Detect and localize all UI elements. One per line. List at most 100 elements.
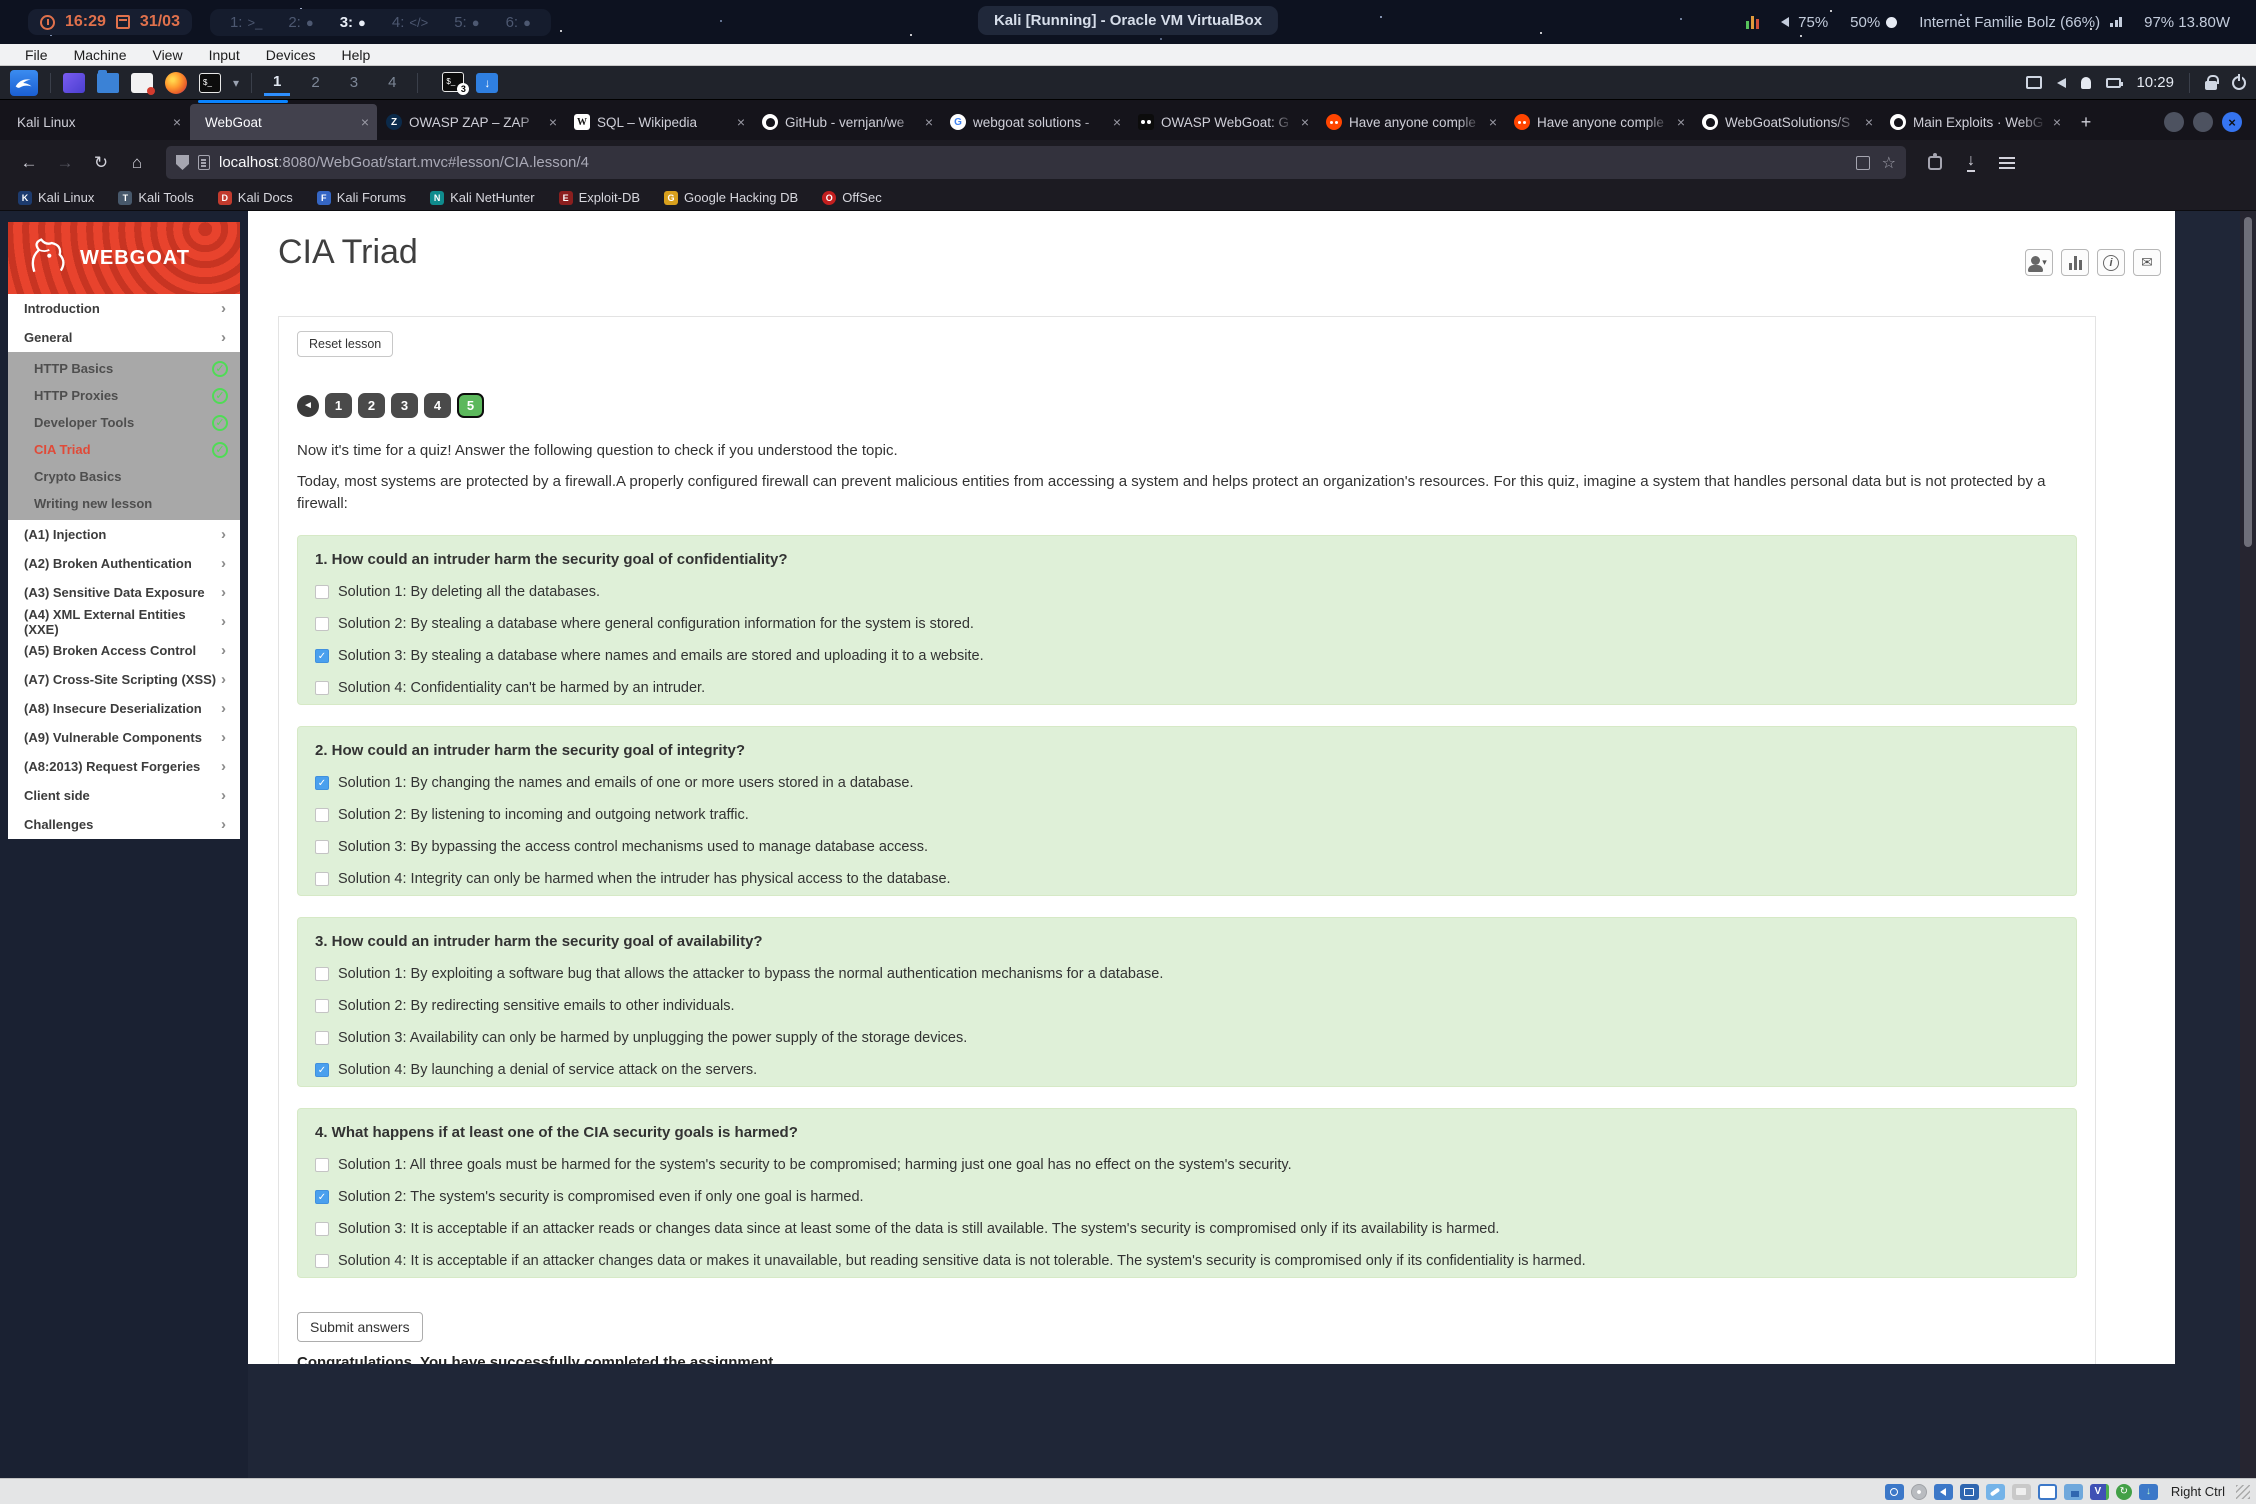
- scrollbar-thumb[interactable]: [2244, 217, 2252, 547]
- vbox-status-icon[interactable]: [2139, 1484, 2158, 1500]
- solution-option[interactable]: ✓ Solution 4: Integrity can only be harm…: [315, 871, 2059, 887]
- report-card-button[interactable]: ✉: [2133, 249, 2161, 276]
- solution-option[interactable]: ✓ Solution 4: Confidentiality can't be h…: [315, 680, 2059, 696]
- vbox-status-icon[interactable]: [1885, 1484, 1904, 1500]
- sidebar-category[interactable]: (A9) Vulnerable Components ›: [8, 723, 240, 752]
- vm-workspace-button[interactable]: 3: [341, 71, 367, 94]
- solution-checkbox[interactable]: ✓: [315, 872, 329, 886]
- extensions-icon[interactable]: [1920, 148, 1950, 178]
- vm-workspace-button[interactable]: 2: [302, 71, 328, 94]
- bookmark-star-icon[interactable]: ☆: [1882, 153, 1896, 173]
- host-clock-widget[interactable]: 16:29 31/03: [28, 9, 192, 35]
- solution-checkbox[interactable]: ✓: [315, 681, 329, 695]
- bookmark-item[interactable]: Kali NetHunter: [430, 190, 535, 205]
- host-workspace-indicator[interactable]: 2: ●: [288, 14, 313, 31]
- downloads-icon[interactable]: ↓: [1956, 148, 1986, 178]
- solution-option[interactable]: ✓ Solution 4: By launching a denial of s…: [315, 1062, 2059, 1078]
- download-manager-icon[interactable]: ↓: [476, 73, 498, 93]
- forward-button[interactable]: →: [50, 148, 80, 178]
- power-menu-icon[interactable]: [2232, 76, 2246, 90]
- tab-close-icon[interactable]: ×: [737, 114, 745, 130]
- vbox-status-icon[interactable]: [2012, 1484, 2031, 1500]
- network-indicator[interactable]: Internet Familie Bolz (66%): [1919, 14, 2122, 31]
- sidebar-lesson-item[interactable]: CIA Triad ✓: [8, 436, 240, 463]
- sidebar-lesson-item[interactable]: HTTP Basics ✓: [8, 355, 240, 382]
- vm-clock[interactable]: 10:29: [2136, 74, 2174, 91]
- reset-lesson-button[interactable]: Reset lesson: [297, 331, 393, 357]
- bookmark-item[interactable]: Kali Forums: [317, 190, 406, 205]
- solution-option[interactable]: ✓ Solution 3: By stealing a database whe…: [315, 648, 2059, 664]
- sidebar-category[interactable]: (A8:2013) Request Forgeries ›: [8, 752, 240, 781]
- browser-tab[interactable]: webgoat solutions - ×: [942, 104, 1129, 140]
- sidebar-lesson-item[interactable]: Crypto Basics ✓: [8, 463, 240, 490]
- bookmark-item[interactable]: Kali Tools: [118, 190, 193, 205]
- home-button[interactable]: ⌂: [122, 148, 152, 178]
- sidebar-category[interactable]: Client side ›: [8, 781, 240, 810]
- bookmark-item[interactable]: Kali Docs: [218, 190, 293, 205]
- tab-close-icon[interactable]: ×: [173, 114, 181, 130]
- address-bar[interactable]: localhost:8080/WebGoat/start.mvc#lesson/…: [166, 146, 1906, 179]
- vbox-status-icon[interactable]: [1934, 1484, 1953, 1500]
- user-menu-button[interactable]: ▾: [2025, 249, 2053, 276]
- solution-checkbox[interactable]: ✓: [315, 1158, 329, 1172]
- tab-close-icon[interactable]: ×: [1677, 114, 1685, 130]
- tracking-protection-shield-icon[interactable]: [176, 155, 189, 170]
- firefox-launcher-icon[interactable]: [165, 72, 187, 94]
- solution-option[interactable]: ✓ Solution 1: By deleting all the databa…: [315, 584, 2059, 600]
- browser-tab[interactable]: WebGoat ×: [190, 104, 377, 140]
- solution-checkbox[interactable]: ✓: [315, 585, 329, 599]
- tab-close-icon[interactable]: ×: [1489, 114, 1497, 130]
- vertical-scrollbar[interactable]: [2240, 211, 2256, 1478]
- text-editor-icon[interactable]: [131, 73, 153, 93]
- sidebar-category[interactable]: Challenges ›: [8, 810, 240, 839]
- menu-item[interactable]: Help: [329, 47, 384, 63]
- tab-close-icon[interactable]: ×: [1113, 114, 1121, 130]
- battery-indicator[interactable]: 97% 13.80W: [2144, 14, 2230, 31]
- tab-close-icon[interactable]: ×: [925, 114, 933, 130]
- brightness-indicator[interactable]: 50%: [1850, 14, 1897, 31]
- url-text[interactable]: localhost:8080/WebGoat/start.mvc#lesson/…: [219, 154, 589, 171]
- host-workspace-indicator[interactable]: 5: ●: [454, 14, 479, 31]
- battery-tray-icon[interactable]: [2106, 78, 2121, 88]
- vm-workspace-button[interactable]: 1: [264, 70, 290, 96]
- host-workspace-indicator[interactable]: 6: ●: [506, 14, 531, 31]
- back-button[interactable]: ←: [14, 148, 44, 178]
- lesson-info-button[interactable]: i: [2097, 249, 2125, 276]
- solution-option[interactable]: ✓ Solution 2: By listening to incoming a…: [315, 807, 2059, 823]
- sidebar-category[interactable]: (A3) Sensitive Data Exposure ›: [8, 578, 240, 607]
- menu-item[interactable]: Devices: [253, 47, 329, 63]
- sidebar-category[interactable]: (A7) Cross-Site Scripting (XSS) ›: [8, 665, 240, 694]
- browser-tab[interactable]: WebGoatSolutions/S ×: [1694, 104, 1881, 140]
- minimize-button[interactable]: [2164, 112, 2184, 132]
- sidebar-lesson-item[interactable]: Writing new lesson ✓: [8, 490, 240, 517]
- browser-tab[interactable]: OWASP ZAP – ZAP ×: [378, 104, 565, 140]
- menu-hamburger-icon[interactable]: [1992, 148, 2022, 178]
- host-workspace-indicator[interactable]: 3: ●: [340, 14, 366, 31]
- solution-checkbox[interactable]: ✓: [315, 967, 329, 981]
- pagination-page-button[interactable]: 4: [424, 393, 451, 418]
- audio-tray-icon[interactable]: [2057, 78, 2066, 88]
- browser-tab[interactable]: Main Exploits · WebG ×: [1882, 104, 2069, 140]
- menu-item[interactable]: View: [139, 47, 195, 63]
- close-button[interactable]: ×: [2222, 112, 2242, 132]
- pagination-page-button[interactable]: 5: [457, 393, 484, 418]
- webgoat-logo[interactable]: WEBGOAT: [8, 222, 240, 294]
- sidebar-category[interactable]: (A5) Broken Access Control ›: [8, 636, 240, 665]
- sidebar-category[interactable]: (A4) XML External Entities (XXE) ›: [8, 607, 240, 636]
- bookmark-item[interactable]: Google Hacking DB: [664, 190, 798, 205]
- terminal-taskbar-icon[interactable]: $_3: [442, 72, 464, 94]
- solution-checkbox[interactable]: ✓: [315, 1063, 329, 1077]
- menu-item[interactable]: Input: [196, 47, 253, 63]
- vbox-status-icon[interactable]: [2090, 1484, 2109, 1500]
- pagination-page-button[interactable]: 1: [325, 393, 352, 418]
- vbox-status-icon[interactable]: [2116, 1484, 2132, 1500]
- tab-close-icon[interactable]: ×: [1301, 114, 1309, 130]
- sidebar-lesson-item[interactable]: HTTP Proxies ✓: [8, 382, 240, 409]
- host-workspace-switcher[interactable]: 1: >_ 2: ● 3: ● 4: </> 5: ●: [210, 9, 551, 36]
- vbox-status-icon[interactable]: [2064, 1484, 2083, 1500]
- scoreboard-button[interactable]: [2061, 249, 2089, 276]
- system-monitor-icon[interactable]: [1746, 15, 1759, 29]
- solution-checkbox[interactable]: ✓: [315, 776, 329, 790]
- menu-item[interactable]: Machine: [61, 47, 140, 63]
- terminal-launcher-icon[interactable]: $_: [199, 73, 221, 93]
